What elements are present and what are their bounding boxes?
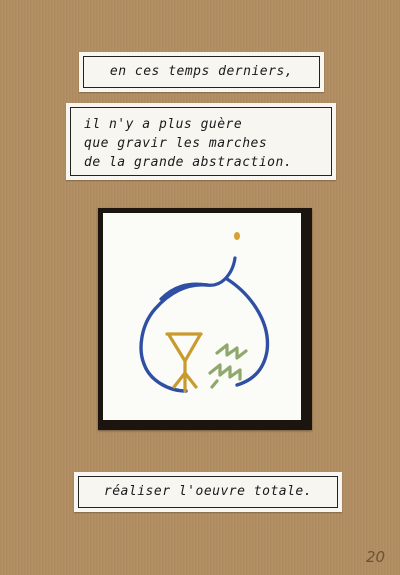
dot-icon [234, 232, 240, 240]
artwork-drawing [139, 232, 270, 393]
caption-card-middle: il n'y a plus guère que gravir les march… [66, 103, 336, 180]
zigzag-icon [208, 343, 248, 389]
caption-text-middle-line-2: que gravir les marches [84, 136, 268, 151]
caption-text-top: en ces temps derniers, [109, 64, 294, 79]
caption-text-middle-line-1: il n'y a plus guère [84, 117, 243, 132]
rune-icon [165, 332, 203, 393]
artwork-paper [103, 213, 301, 420]
artwork-frame [98, 208, 312, 430]
caption-card-bottom: réaliser l'oeuvre totale. [74, 472, 342, 512]
bulb-outline-icon [139, 277, 270, 393]
page-number: 20 [366, 548, 386, 566]
caption-card-top: en ces temps derniers, [79, 52, 324, 92]
caption-text-middle-line-3: de la grande abstraction. [84, 155, 293, 170]
caption-text-bottom: réaliser l'oeuvre totale. [103, 484, 313, 499]
